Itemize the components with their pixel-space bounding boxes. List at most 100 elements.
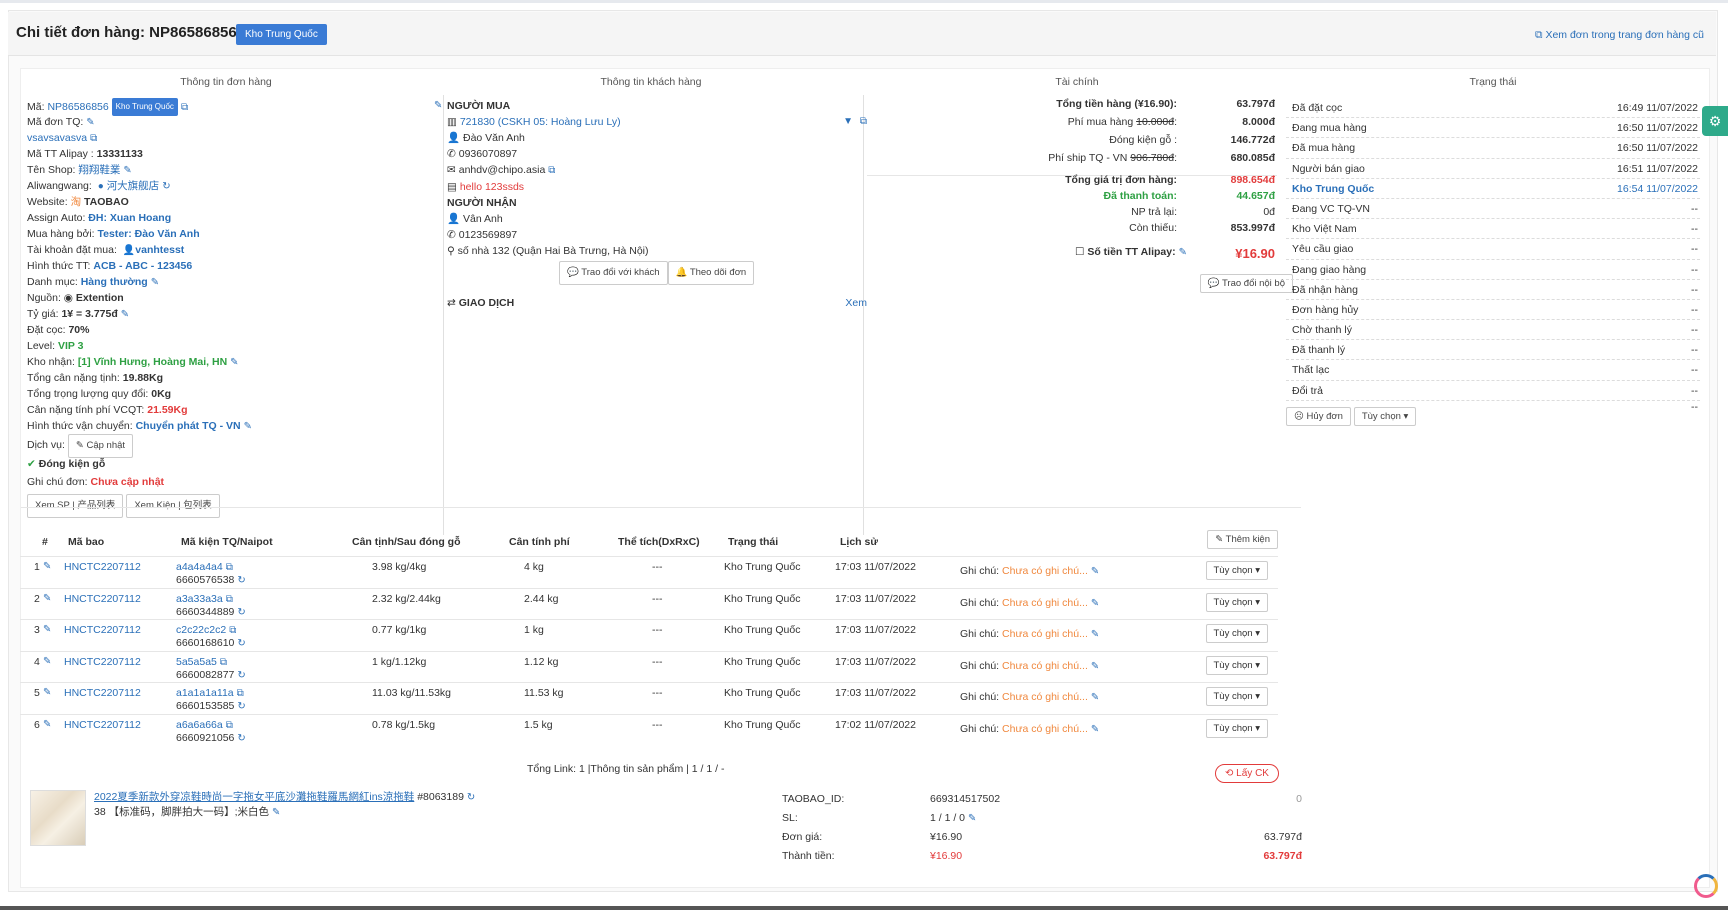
alipay-checkbox[interactable]: ☐ <box>1075 246 1084 258</box>
view-packages-button[interactable]: Xem Kiện | 包列表 <box>126 494 220 518</box>
net-weight: 19.88Kg <box>122 372 164 384</box>
copy-icon[interactable]: ⧉ <box>226 562 233 574</box>
bag-code[interactable]: HNCTC2207112 <box>64 719 141 731</box>
edit-icon[interactable]: ✎ <box>1091 566 1099 577</box>
add-package-button[interactable]: ✎ Thêm kiện <box>1207 530 1278 549</box>
row-options-button[interactable]: Tùy chọn ▾ <box>1205 561 1268 580</box>
package-code[interactable]: a1a1a1a11a <box>176 687 234 699</box>
package-status: Kho Trung Quốc <box>724 687 801 699</box>
external-link-icon[interactable]: ⧉ <box>860 114 867 130</box>
category[interactable]: Hàng thường <box>81 276 148 288</box>
package-note[interactable]: Chưa có ghi chú... <box>1002 628 1088 640</box>
account-name[interactable]: vanhtesst <box>135 244 184 256</box>
edit-icon[interactable]: ✎ <box>1091 598 1099 609</box>
package-code[interactable]: a6a6a66a <box>176 719 223 731</box>
edit-icon[interactable]: ✎ <box>1091 692 1099 703</box>
row-options-button[interactable]: Tùy chọn ▾ <box>1205 687 1268 706</box>
bag-code[interactable]: HNCTC2207112 <box>64 656 141 668</box>
caret-down-icon: ▾ <box>1255 659 1260 671</box>
edit-icon[interactable]: ✎ <box>86 115 94 131</box>
edit-icon[interactable]: ✎ <box>1091 661 1099 672</box>
copy-icon[interactable]: ⧉ <box>237 688 244 700</box>
view-transactions-link[interactable]: Xem <box>845 295 867 311</box>
copy-icon[interactable]: ⧉ <box>226 720 233 732</box>
edit-icon[interactable]: ✎ <box>151 275 159 291</box>
col-finance-header: Tài chính <box>1055 76 1099 88</box>
bag-code[interactable]: HNCTC2207112 <box>64 624 141 636</box>
edit-icon[interactable]: ✎ <box>1179 247 1187 258</box>
copy-icon[interactable]: ⧉ <box>548 163 555 179</box>
refresh-icon[interactable]: ↻ <box>237 733 245 745</box>
refresh-icon[interactable]: ↻ <box>237 701 245 713</box>
package-code[interactable]: 5a5a5a5 <box>176 656 217 668</box>
product-name[interactable]: 2022夏季新款外穿凉鞋時尚一字拖女平底沙灘拖鞋羅馬網紅ins涼拖鞋 <box>94 791 414 803</box>
source: Extention <box>75 292 124 304</box>
copy-icon[interactable]: ⧉ <box>181 100 188 116</box>
old-order-link[interactable]: ⧉ Xem đơn trong trang đơn hàng cũ <box>1535 29 1704 42</box>
refresh-icon[interactable]: ↻ <box>237 607 245 619</box>
status-label: Đã đặt cọc <box>1292 102 1343 114</box>
package-note[interactable]: Chưa có ghi chú... <box>1002 565 1088 577</box>
package-note[interactable]: Chưa có ghi chú... <box>1002 723 1088 735</box>
row-options-button[interactable]: Tùy chọn ▾ <box>1205 592 1268 612</box>
update-service-button[interactable]: ✎ Cập nhật <box>67 434 134 458</box>
refresh-icon[interactable]: ↻ <box>237 575 245 587</box>
edit-icon[interactable]: ✎ <box>43 687 51 698</box>
edit-icon[interactable]: ✎ <box>43 656 51 667</box>
package-code[interactable]: a3a33a3a <box>176 593 223 605</box>
edit-icon[interactable]: ✎ <box>43 624 51 635</box>
buyer-id[interactable]: 721830 (CSKH 05: Hoàng Lưu Ly) <box>460 116 621 128</box>
bag-code[interactable]: HNCTC2207112 <box>64 687 141 699</box>
edit-icon[interactable]: ✎ <box>43 719 51 730</box>
refresh-icon[interactable]: ↻ <box>162 179 170 195</box>
package-note[interactable]: Chưa có ghi chú... <box>1002 597 1088 609</box>
edit-icon[interactable]: ✎ <box>1091 724 1099 735</box>
product-thumbnail[interactable] <box>30 790 86 846</box>
buyer-title: NGƯỜI MUA <box>447 100 511 112</box>
edit-link-icon[interactable]: ✎ <box>434 98 442 114</box>
internal-chat-button[interactable]: 💬 Trao đổi nội bộ <box>1199 274 1293 293</box>
copy-icon[interactable]: ⧉ <box>90 131 97 147</box>
package-note[interactable]: Chưa có ghi chú... <box>1002 691 1088 703</box>
package-note[interactable]: Chưa có ghi chú... <box>1002 660 1088 672</box>
edit-icon[interactable]: ✎ <box>123 163 131 179</box>
shipping-method[interactable]: Chuyển phát TQ - VN <box>136 420 241 432</box>
refresh-icon[interactable]: ↻ <box>467 791 475 805</box>
edit-icon[interactable]: ✎ <box>121 307 129 323</box>
edit-icon[interactable]: ✎ <box>968 809 976 828</box>
edit-icon[interactable]: ✎ <box>244 419 252 435</box>
filter-icon[interactable]: ▼ <box>843 114 853 130</box>
copy-icon[interactable]: ⧉ <box>226 594 233 606</box>
tq-order-code[interactable]: vsavsavasva <box>27 132 87 144</box>
refresh-icon[interactable]: ↻ <box>237 638 245 650</box>
receiver-name: Vân Anh <box>463 213 503 225</box>
view-products-button[interactable]: Xem SP | 产品列表 <box>27 494 124 518</box>
edit-icon[interactable]: ✎ <box>43 593 51 604</box>
get-discount-button[interactable]: ⟲ Lấy CK <box>1215 764 1279 783</box>
package-code[interactable]: c2c22c2c2 <box>176 624 226 636</box>
assign-auto[interactable]: ĐH: Xuan Hoang <box>88 212 171 224</box>
edit-icon[interactable]: ✎ <box>230 355 238 371</box>
row-options-button[interactable]: Tùy chọn ▾ <box>1205 655 1268 675</box>
edit-icon[interactable]: ✎ <box>272 806 280 820</box>
bag-code[interactable]: HNCTC2207112 <box>64 561 141 573</box>
package-code[interactable]: a4a4a4a4 <box>176 561 223 573</box>
edit-icon[interactable]: ✎ <box>1091 629 1099 640</box>
status-column: Đã đặt cọc 16:49 11/07/2022 Đang mua hàng 1… <box>1286 98 1700 426</box>
aliwangwang-name[interactable]: 河大旗舰店 <box>107 180 160 192</box>
app-logo[interactable] <box>1694 874 1718 898</box>
copy-icon[interactable]: ⧉ <box>220 657 227 669</box>
row-options-button[interactable]: Tùy chọn ▾ <box>1205 624 1268 643</box>
row-options-button[interactable]: Tùy chọn ▾ <box>1205 718 1268 738</box>
settings-gear-icon[interactable]: ⚙ <box>1702 106 1728 136</box>
buyer-name[interactable]: Tester: Đào Văn Anh <box>98 228 200 240</box>
chat-with-customer-button[interactable]: 💬 Trao đổi với khách <box>559 261 668 285</box>
edit-icon[interactable]: ✎ <box>43 561 51 572</box>
buyer-email: anhdv@chipo.asia <box>458 164 546 176</box>
shop-name[interactable]: 翔翔鞋業 <box>78 164 120 176</box>
copy-icon[interactable]: ⧉ <box>229 625 236 637</box>
payment-method[interactable]: ACB - ABC - 123456 <box>93 260 192 272</box>
bag-code[interactable]: HNCTC2207112 <box>64 593 141 605</box>
follow-order-button[interactable]: 🔔 Theo dõi đơn <box>667 261 755 285</box>
refresh-icon[interactable]: ↻ <box>237 670 245 682</box>
